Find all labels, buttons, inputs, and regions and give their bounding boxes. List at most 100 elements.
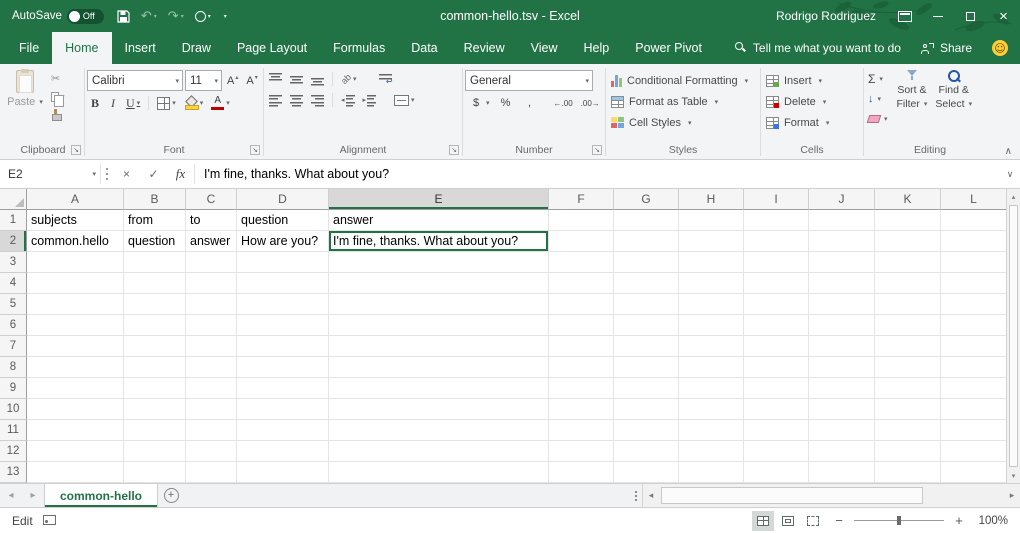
cell-J1[interactable] (809, 210, 875, 231)
cell-D5[interactable] (237, 294, 329, 315)
column-header-G[interactable]: G (614, 189, 679, 210)
row-header-1[interactable]: 1 (0, 210, 27, 231)
tab-page-layout[interactable]: Page Layout (224, 32, 320, 64)
cell-J2[interactable] (809, 231, 875, 252)
autosave-toggle[interactable]: AutoSave Off (0, 9, 112, 24)
cell-C13[interactable] (186, 462, 237, 483)
cell-G8[interactable] (614, 357, 679, 378)
copy-button[interactable]: ▾ (48, 89, 68, 104)
cell-L6[interactable] (941, 315, 1006, 336)
cell-F10[interactable] (549, 399, 614, 420)
cell-C9[interactable] (186, 378, 237, 399)
tell-me-button[interactable]: Tell me what you want to do (735, 41, 901, 55)
cell-L9[interactable] (941, 378, 1006, 399)
cell-F8[interactable] (549, 357, 614, 378)
accounting-format-button[interactable]: $ ▾ (465, 94, 493, 112)
cell-H2[interactable] (679, 231, 744, 252)
cell-H4[interactable] (679, 273, 744, 294)
cell-A8[interactable] (27, 357, 124, 378)
delete-cells-button[interactable]: Delete ▾ (763, 92, 861, 111)
cell-C10[interactable] (186, 399, 237, 420)
cut-button[interactable]: ✂ (48, 71, 68, 86)
fill-color-button[interactable]: ▾ (181, 94, 207, 112)
orientation-button[interactable]: ab ▾ (338, 70, 360, 88)
cell-E2[interactable]: I'm fine, thanks. What about you? (329, 231, 549, 252)
cell-D12[interactable] (237, 441, 329, 462)
cell-B4[interactable] (124, 273, 186, 294)
cell-K3[interactable] (875, 252, 941, 273)
cell-K12[interactable] (875, 441, 941, 462)
formula-bar-grip[interactable] (101, 160, 113, 188)
cell-F4[interactable] (549, 273, 614, 294)
cell-E1[interactable]: answer (329, 210, 549, 231)
cell-F3[interactable] (549, 252, 614, 273)
cell-K7[interactable] (875, 336, 941, 357)
cell-J9[interactable] (809, 378, 875, 399)
cell-G9[interactable] (614, 378, 679, 399)
cell-D8[interactable] (237, 357, 329, 378)
cell-G13[interactable] (614, 462, 679, 483)
cell-E5[interactable] (329, 294, 549, 315)
decrease-decimal-button[interactable]: .00→ (578, 94, 603, 112)
cell-E3[interactable] (329, 252, 549, 273)
percent-style-button[interactable]: % (495, 94, 517, 112)
cell-I4[interactable] (744, 273, 809, 294)
cell-C4[interactable] (186, 273, 237, 294)
dialog-launcher-icon[interactable]: ↘ (449, 145, 459, 155)
comma-style-button[interactable]: , (519, 94, 541, 112)
cell-E8[interactable] (329, 357, 549, 378)
cell-F5[interactable] (549, 294, 614, 315)
cell-I13[interactable] (744, 462, 809, 483)
increase-decimal-button[interactable]: ←.00 (551, 94, 576, 112)
cell-L7[interactable] (941, 336, 1006, 357)
cell-A2[interactable]: common.hello (27, 231, 124, 252)
cell-A1[interactable]: subjects (27, 210, 124, 231)
align-left-button[interactable] (266, 91, 285, 109)
row-header-12[interactable]: 12 (0, 441, 27, 462)
cell-B6[interactable] (124, 315, 186, 336)
row-header-6[interactable]: 6 (0, 315, 27, 336)
cell-F9[interactable] (549, 378, 614, 399)
cell-G4[interactable] (614, 273, 679, 294)
cell-A6[interactable] (27, 315, 124, 336)
enter-entry-button[interactable]: ✓ (140, 160, 167, 188)
zoom-thumb[interactable] (897, 516, 901, 525)
cell-J11[interactable] (809, 420, 875, 441)
horizontal-scroll-track[interactable] (659, 484, 1004, 507)
cell-I9[interactable] (744, 378, 809, 399)
find-select-button[interactable]: Find & Select▾ (931, 67, 976, 143)
cell-A9[interactable] (27, 378, 124, 399)
cell-I8[interactable] (744, 357, 809, 378)
column-header-I[interactable]: I (744, 189, 809, 210)
qat-extra-button[interactable]: ▾ (190, 3, 216, 29)
cell-H11[interactable] (679, 420, 744, 441)
cell-G12[interactable] (614, 441, 679, 462)
cell-L8[interactable] (941, 357, 1006, 378)
cell-L1[interactable] (941, 210, 1006, 231)
cell-G7[interactable] (614, 336, 679, 357)
cell-D2[interactable]: How are you? (237, 231, 329, 252)
decrease-indent-button[interactable]: ◂ (338, 91, 358, 109)
font-size-select[interactable]: 11 ▾ (185, 70, 222, 91)
column-header-K[interactable]: K (875, 189, 941, 210)
paste-button[interactable]: Paste ▾ (4, 67, 46, 143)
tab-data[interactable]: Data (398, 32, 450, 64)
cell-B3[interactable] (124, 252, 186, 273)
save-button[interactable] (112, 3, 135, 29)
fill-button[interactable]: ↓ ▾ (866, 90, 890, 108)
tab-draw[interactable]: Draw (169, 32, 224, 64)
clear-button[interactable]: ▾ (866, 110, 890, 128)
cell-H6[interactable] (679, 315, 744, 336)
tab-help[interactable]: Help (571, 32, 623, 64)
cell-C12[interactable] (186, 441, 237, 462)
sheet-nav-next-button[interactable]: ▸ (22, 484, 44, 507)
scroll-up-button[interactable]: ▴ (1007, 189, 1020, 204)
cell-I10[interactable] (744, 399, 809, 420)
cell-B1[interactable]: from (124, 210, 186, 231)
cell-E4[interactable] (329, 273, 549, 294)
cell-J6[interactable] (809, 315, 875, 336)
column-header-F[interactable]: F (549, 189, 614, 210)
cell-E10[interactable] (329, 399, 549, 420)
zoom-percentage[interactable]: 100% (974, 515, 1008, 527)
cell-F6[interactable] (549, 315, 614, 336)
